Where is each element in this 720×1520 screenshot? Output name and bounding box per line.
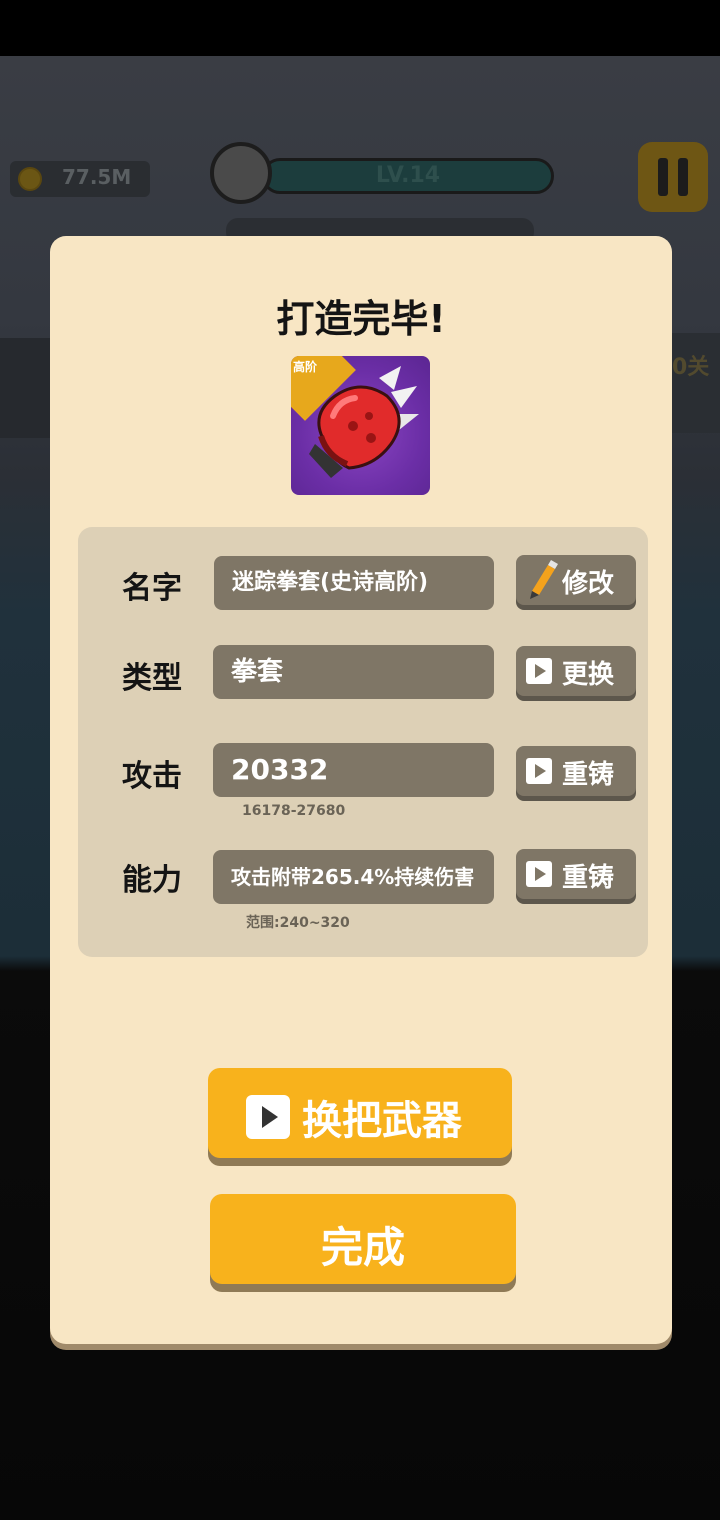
- coin-counter: 77.5M: [10, 161, 150, 197]
- video-play-icon: [526, 758, 552, 784]
- player-avatar: [210, 142, 272, 204]
- pause-icon: [658, 158, 668, 196]
- tier-badge-label: 高阶: [293, 360, 318, 374]
- change-type-button[interactable]: 更换: [516, 646, 636, 696]
- pencil-icon: [530, 560, 558, 599]
- done-button[interactable]: 完成: [210, 1194, 516, 1284]
- name-field: 迷踪拳套(史诗高阶): [214, 556, 494, 610]
- forge-complete-dialog: 打造完毕! 高阶 名字 迷踪拳套(史诗高阶) 修改 类型 拳套 更换 攻击 20…: [50, 236, 672, 1344]
- swap-weapon-button[interactable]: 换把武器: [208, 1068, 512, 1158]
- level-label: LV.14: [375, 163, 441, 188]
- reforge-ability-button-label: 重铸: [562, 863, 615, 893]
- stage-label: 0关: [672, 355, 710, 380]
- pause-button[interactable]: [638, 142, 708, 212]
- done-button-label: 完成: [320, 1223, 405, 1272]
- rename-button[interactable]: 修改: [516, 555, 636, 605]
- coin-value: 77.5M: [62, 165, 132, 189]
- rename-button-label: 修改: [562, 569, 615, 599]
- reforge-attack-button-label: 重铸: [562, 760, 615, 790]
- level-progress-bar: LV.14: [262, 158, 554, 194]
- ability-range: 范围:240~320: [246, 915, 350, 931]
- attack-range: 16178-27680: [242, 803, 346, 819]
- swap-weapon-button-label: 换把武器: [302, 1098, 462, 1144]
- item-stats-panel: 名字 迷踪拳套(史诗高阶) 修改 类型 拳套 更换 攻击 20332 16178…: [78, 527, 648, 957]
- video-play-icon: [526, 658, 552, 684]
- name-label: 名字: [122, 571, 182, 606]
- item-icon-frame: 高阶: [291, 356, 430, 495]
- attack-field: 20332: [213, 743, 494, 797]
- status-bar: [0, 0, 720, 56]
- ability-label: 能力: [122, 863, 182, 898]
- video-play-icon: [526, 861, 552, 887]
- coin-icon: [18, 167, 42, 191]
- attack-label: 攻击: [122, 759, 182, 794]
- change-type-button-label: 更换: [562, 660, 615, 690]
- type-label: 类型: [122, 661, 182, 696]
- dialog-title: 打造完毕!: [276, 297, 446, 341]
- reforge-attack-button[interactable]: 重铸: [516, 746, 636, 796]
- ability-field: 攻击附带265.4%持续伤害: [213, 850, 494, 904]
- type-field: 拳套: [213, 645, 494, 699]
- reforge-ability-button[interactable]: 重铸: [516, 849, 636, 899]
- video-play-icon: [246, 1095, 290, 1139]
